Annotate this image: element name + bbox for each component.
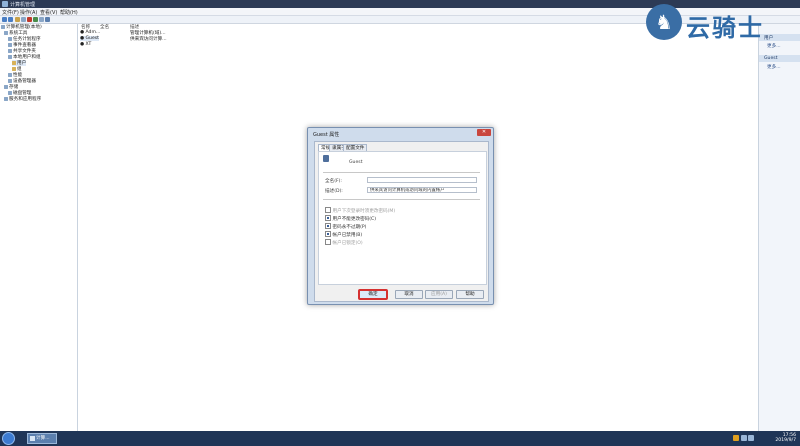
taskbar-app-computer-management[interactable]: 计算... (27, 433, 57, 444)
user-icon: ● (80, 42, 85, 47)
dialog-body: 常规 隶属于 配置文件 Guest 全名(F): 描述(D): 供来宾访问计算机… (314, 141, 489, 302)
username: Guest (349, 160, 363, 165)
guest-properties-dialog: Guest 属性 ✕ 常规 隶属于 配置文件 Guest 全名(F): 描述(D… (307, 127, 494, 305)
dialog-title: Guest 属性 (313, 132, 340, 138)
password-never-expires-checkbox[interactable]: 密码永不过期(P) (325, 223, 366, 230)
description-field[interactable]: 供来宾访问计算机或访问域的内置帐户 (367, 187, 477, 193)
list-item[interactable]: ● Adm... (80, 30, 100, 35)
users-icon (8, 54, 12, 59)
clock-icon (8, 36, 12, 41)
checkbox-box (325, 215, 331, 221)
checkbox-box (325, 231, 331, 237)
menu-view[interactable]: 查看(V) (40, 9, 57, 16)
tree-item-services[interactable]: 服务和应用程序 (4, 96, 41, 102)
menu-help[interactable]: 帮助(H) (60, 9, 78, 16)
watermark: ♞ 云骑士 (646, 4, 796, 44)
folder-icon (12, 60, 16, 65)
folder-icon[interactable] (15, 17, 20, 22)
folder-icon (8, 48, 12, 53)
performance-icon (8, 72, 12, 77)
checkbox-box (325, 239, 331, 245)
checkbox-box (325, 207, 331, 213)
list-icon[interactable] (21, 17, 26, 22)
help-button[interactable]: 帮助 (456, 290, 484, 299)
close-icon[interactable]: ✕ (477, 129, 491, 136)
cannot-change-password-checkbox[interactable]: 用户不能更改密码(C) (325, 215, 376, 222)
computer-management-icon (30, 436, 35, 441)
services-icon (4, 96, 8, 101)
list-item[interactable]: ● Guest (80, 36, 99, 41)
must-change-password-checkbox[interactable]: 用户下次登录时须更改密码(M) (325, 207, 395, 214)
back-icon[interactable] (2, 17, 7, 22)
clock[interactable]: 17:56 2019/9/7 (775, 433, 796, 443)
fullname-field[interactable] (367, 177, 477, 183)
tray-app-icon[interactable] (733, 435, 739, 441)
watermark-text: 云骑士 (686, 14, 764, 42)
folder-icon (12, 66, 16, 71)
export-icon[interactable] (39, 17, 44, 22)
clock-date: 2019/9/7 (775, 438, 796, 443)
divider (323, 172, 480, 173)
fullname-label: 全名(F): (325, 179, 342, 184)
menu-action[interactable]: 操作(A) (20, 9, 37, 16)
account-locked-checkbox[interactable]: 帐户已锁定(O) (325, 239, 363, 246)
list-item[interactable]: ● XT (80, 42, 91, 47)
network-icon[interactable] (741, 435, 747, 441)
event-icon (8, 42, 12, 47)
user-icon (323, 155, 329, 162)
description-label: 描述(D): (325, 189, 343, 194)
computer-management-icon (2, 1, 8, 7)
disk-icon (8, 90, 12, 95)
tools-icon (4, 30, 8, 35)
delete-icon[interactable] (27, 17, 32, 22)
refresh-icon[interactable] (33, 17, 38, 22)
knight-logo-icon: ♞ (646, 4, 682, 40)
actions-section-guest[interactable]: Guest (759, 55, 800, 62)
divider (323, 199, 480, 200)
window-title: 计算机管理 (10, 2, 36, 8)
actions-pane: 用户 更多... Guest 更多... (758, 24, 800, 431)
console-tree: 计算机管理(本地) 系统工具 任务计划程序 事件查看器 共享文件夹 本地用户和组… (0, 24, 78, 431)
forward-icon[interactable] (8, 17, 13, 22)
more-actions-link[interactable]: 更多... (767, 64, 781, 70)
user-icon: ● (80, 30, 85, 35)
general-panel: Guest 全名(F): 描述(D): 供来宾访问计算机或访问域的内置帐户 用户… (318, 151, 487, 285)
column-fullname[interactable]: 全名 (100, 24, 109, 30)
system-tray (733, 434, 755, 443)
help-icon[interactable] (45, 17, 50, 22)
start-button[interactable] (2, 432, 15, 445)
list-item-desc: 供来宾访问计算... (130, 37, 167, 42)
account-disabled-checkbox[interactable]: 帐户已禁用(B) (325, 231, 362, 238)
ok-button[interactable]: 确定 (359, 290, 387, 299)
menu-file[interactable]: 文件(F) (2, 9, 19, 16)
user-icon: ● (80, 36, 85, 41)
tab-profile[interactable]: 配置文件 (343, 144, 368, 151)
device-icon (8, 78, 12, 83)
volume-icon[interactable] (748, 435, 754, 441)
storage-icon (4, 84, 8, 89)
cancel-button[interactable]: 取消 (395, 290, 423, 299)
taskbar: 计算... 17:56 2019/9/7 (0, 431, 800, 446)
checkbox-box (325, 223, 331, 229)
computer-icon (1, 24, 5, 29)
apply-button[interactable]: 应用(A) (425, 290, 453, 299)
